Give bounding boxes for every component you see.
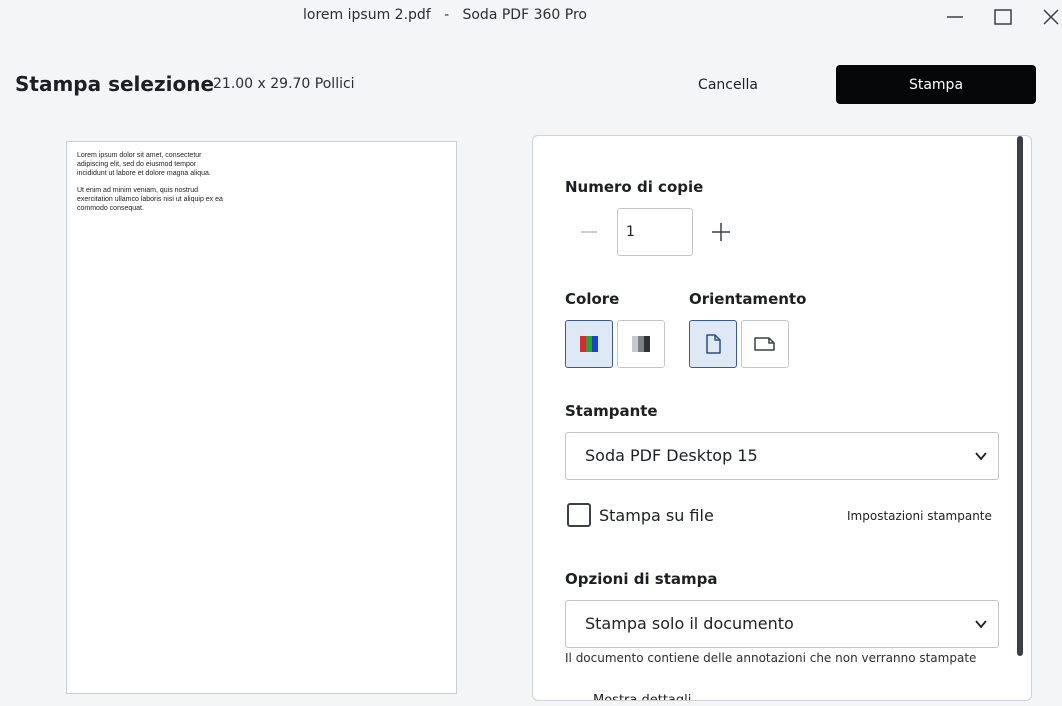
maximize-icon[interactable] <box>990 4 1016 30</box>
annotations-note: Il documento contiene delle annotazioni … <box>565 651 977 665</box>
portrait-orientation-button[interactable] <box>689 320 737 368</box>
preview-paragraph: Ut enim ad minim veniam, quis nostrud ex… <box>77 187 223 212</box>
decrease-copies-icon[interactable] <box>577 220 601 244</box>
grayscale-icon <box>632 336 650 352</box>
landscape-orientation-button[interactable] <box>741 320 789 368</box>
title-bar: lorem ipsum 2.pdf - Soda PDF 360 Pro <box>0 0 1062 34</box>
scrollbar[interactable] <box>1017 136 1023 656</box>
print-to-file-checkbox[interactable] <box>567 503 591 527</box>
print-options-label: Opzioni di stampa <box>565 570 718 588</box>
grayscale-mode-button[interactable] <box>617 320 665 368</box>
print-preview-page: Lorem ipsum dolor sit amet, consectetur … <box>66 141 457 694</box>
printer-select[interactable]: Soda PDF Desktop 15 <box>565 432 999 480</box>
chevron-down-icon <box>975 452 987 461</box>
orientation-label: Orientamento <box>689 290 807 308</box>
color-label: Colore <box>565 290 620 308</box>
printer-select-value: Soda PDF Desktop 15 <box>585 446 758 465</box>
color-icon <box>580 336 598 352</box>
printer-settings-link[interactable]: Impostazioni stampante <box>847 509 992 523</box>
cancel-button[interactable]: Cancella <box>660 65 796 104</box>
page-size-label: 21.00 x 29.70 Pollici <box>213 76 355 92</box>
increase-copies-icon[interactable] <box>709 220 733 244</box>
print-button[interactable]: Stampa <box>836 65 1036 104</box>
chevron-down-icon <box>975 620 987 629</box>
color-mode-button[interactable] <box>565 320 613 368</box>
print-options-value: Stampa solo il documento <box>585 614 794 633</box>
show-details-toggle[interactable]: Mostra dettagli <box>593 693 691 700</box>
page-title: Stampa selezione <box>15 72 215 96</box>
printer-label: Stampante <box>565 402 658 420</box>
print-options-select[interactable]: Stampa solo il documento <box>565 600 999 648</box>
close-icon[interactable] <box>1038 4 1062 30</box>
landscape-page-icon <box>754 337 775 351</box>
portrait-page-icon <box>706 334 721 354</box>
print-settings-panel: Numero di copie Colore Orientamento <box>532 135 1032 701</box>
print-to-file-label: Stampa su file <box>599 506 714 525</box>
minimize-icon[interactable] <box>942 4 968 30</box>
copies-input[interactable] <box>617 208 693 256</box>
preview-paragraph: Lorem ipsum dolor sit amet, consectetur … <box>77 152 211 177</box>
window-title: lorem ipsum 2.pdf - Soda PDF 360 Pro <box>303 7 587 23</box>
preview-text: Lorem ipsum dolor sit amet, consectetur … <box>77 151 227 221</box>
copies-label: Numero di copie <box>565 178 704 196</box>
